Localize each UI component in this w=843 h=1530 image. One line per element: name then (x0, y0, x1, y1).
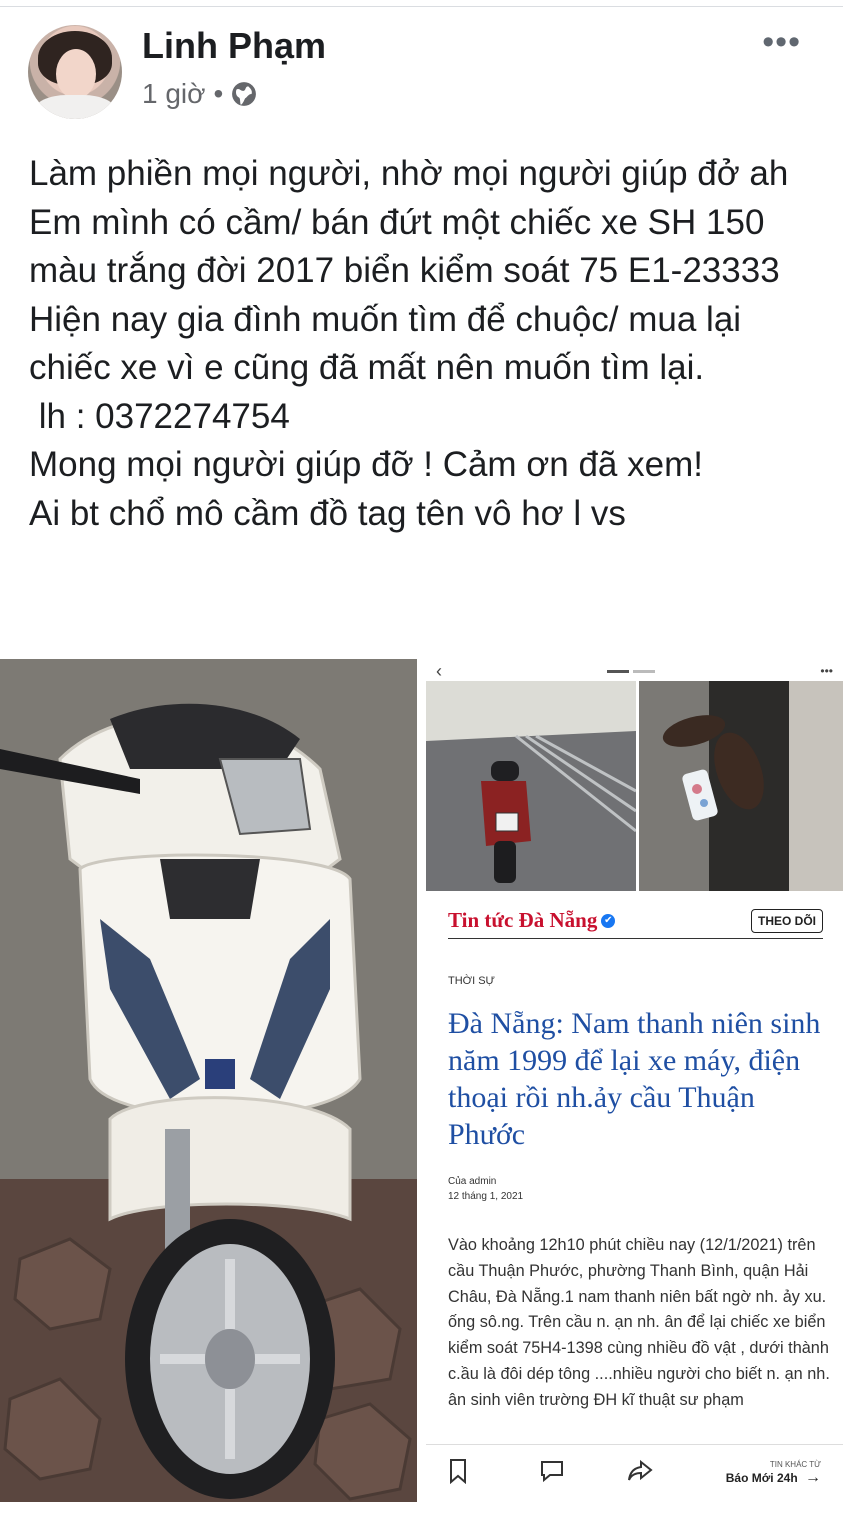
arrow-right-icon: → (805, 1469, 821, 1486)
follow-button[interactable]: THEO DÕI (750, 908, 823, 933)
byline-date: 12 tháng 1, 2021 (448, 1191, 524, 1202)
byline-author: Của admin (448, 1176, 497, 1187)
meta-separator: • (213, 78, 224, 109)
byline: Của admin 12 tháng 1, 2021 (448, 1174, 523, 1204)
source-name-group: Tin tức Đà Nẵng ✔ (448, 908, 616, 933)
scooter-illustration (0, 659, 417, 1502)
source-name[interactable]: Tin tức Đà Nẵng (448, 908, 597, 933)
news-screenshot[interactable]: ‹ ••• Tin tức Đà Nẵng ✔ THEO DÕI THỜI SỰ… (426, 659, 843, 1502)
menu-icon[interactable]: ••• (820, 664, 833, 678)
more-horizontal-icon[interactable]: ••• (762, 25, 801, 59)
bottom-strip (0, 1502, 843, 1530)
source-row: Tin tức Đà Nẵng ✔ THEO DÕI (448, 903, 823, 939)
more-news-label: TIN KHÁC TỪ (769, 1460, 821, 1469)
scooter-photo[interactable] (0, 659, 417, 1502)
post-time[interactable]: 1 giờ (142, 78, 206, 110)
bookmark-icon[interactable] (448, 1458, 508, 1490)
category-label[interactable]: THỜI SỰ (448, 975, 495, 987)
post-message: Làm phiền mọi người, nhờ mọi người giúp … (29, 154, 789, 533)
comment-icon[interactable] (538, 1458, 598, 1490)
sandals-phone-photo (639, 681, 843, 891)
screenshot-bottom-bar: TIN KHÁC TỪ Báo Mới 24h → (426, 1444, 843, 1502)
more-news-source-name: Báo Mới 24h (725, 1471, 798, 1485)
screenshot-topbar: ‹ ••• (426, 659, 843, 683)
article-headline: Đà Nẵng: Nam thanh niên sinh năm 1999 để… (448, 1007, 821, 1151)
author-name[interactable]: Linh Phạm (142, 25, 326, 67)
photo-grid: ‹ ••• Tin tức Đà Nẵng ✔ THEO DÕI THỜI SỰ… (0, 659, 843, 1502)
news-images (426, 681, 843, 891)
avatar[interactable] (28, 25, 122, 119)
share-icon[interactable] (626, 1458, 686, 1490)
bridge-photo (426, 681, 637, 891)
more-news-link[interactable]: TIN KHÁC TỪ Báo Mới 24h → (726, 1460, 821, 1487)
more-news-source: Báo Mới 24h → (726, 1469, 821, 1487)
post-meta: 1 giờ • (142, 78, 257, 110)
globe-icon (232, 82, 257, 106)
page-indicator (607, 669, 656, 673)
post-header: Linh Phạm 1 giờ • ••• (0, 0, 843, 130)
article-body: Vào khoảng 12h10 phút chiều nay (12/1/20… (448, 1236, 835, 1409)
back-icon[interactable]: ‹ (436, 661, 442, 682)
verified-icon: ✔ (601, 913, 616, 928)
